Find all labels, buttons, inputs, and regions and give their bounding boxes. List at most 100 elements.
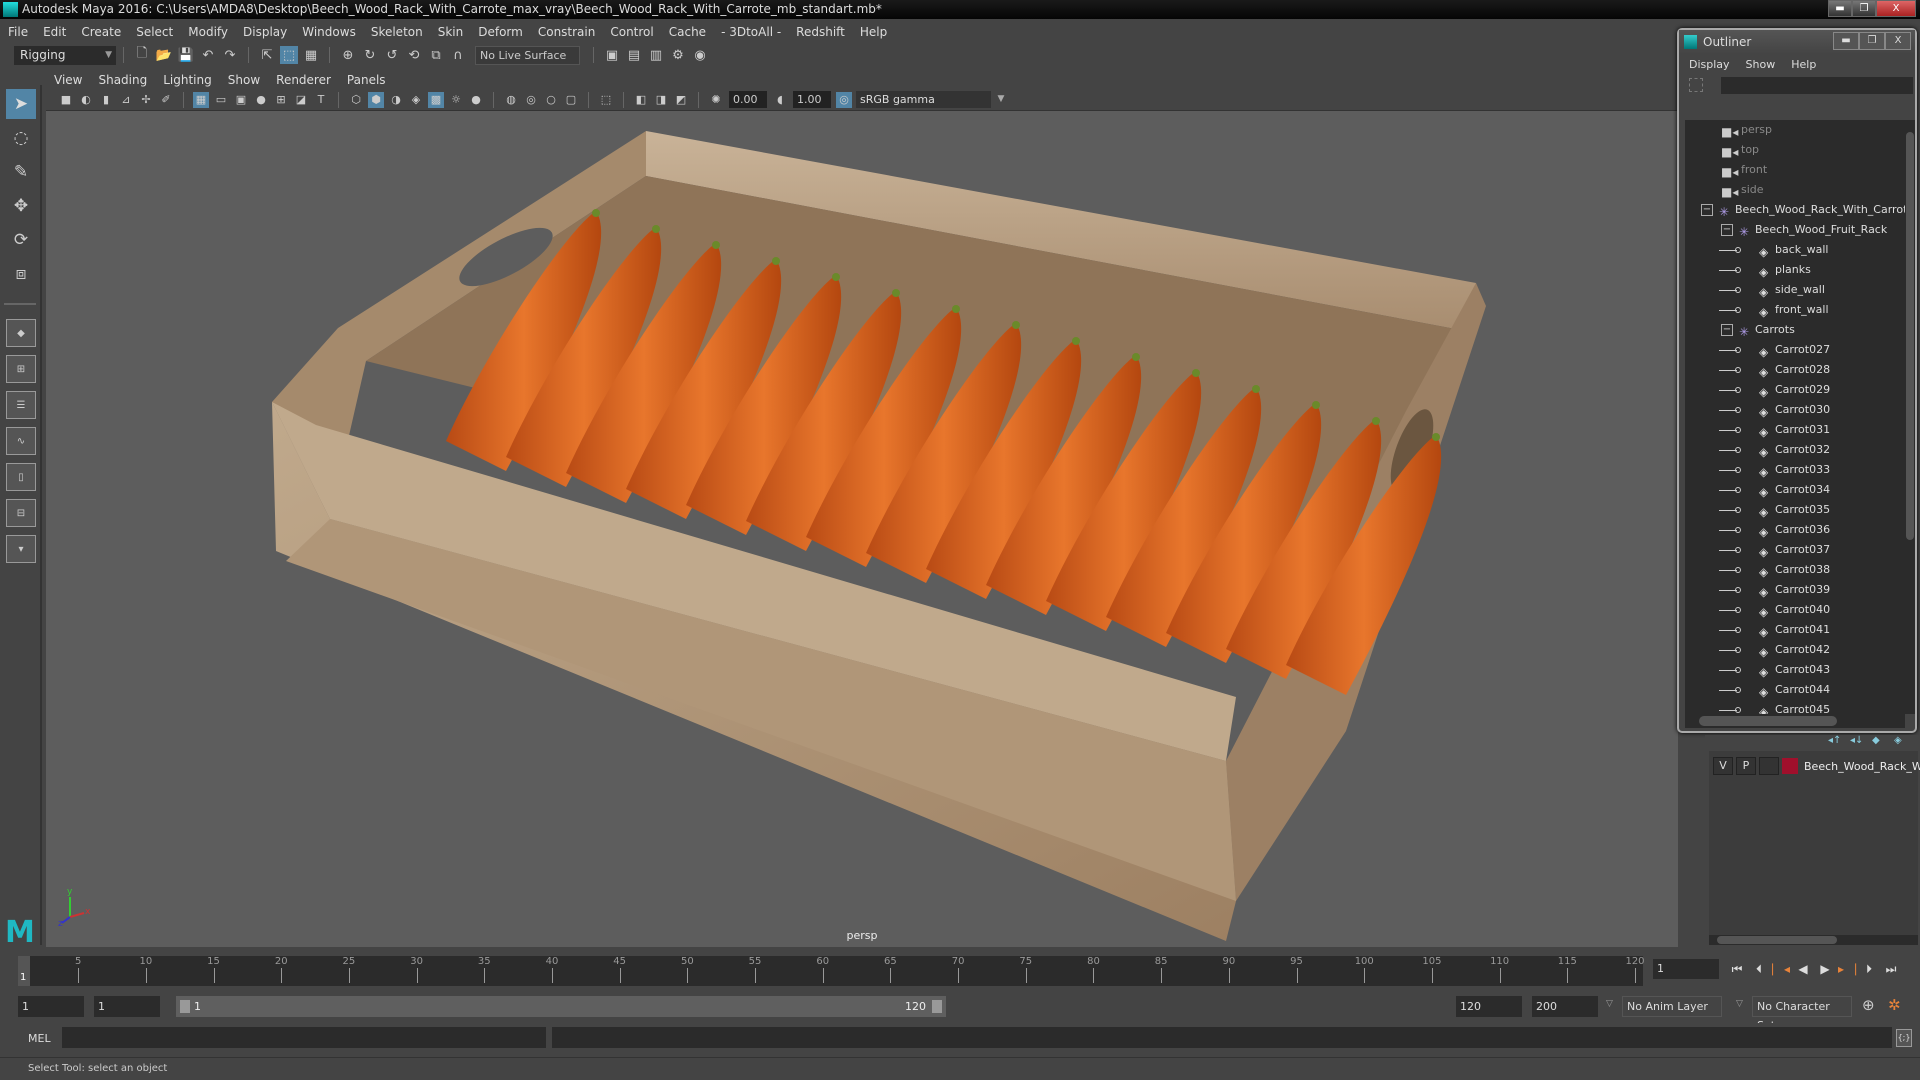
outliner-item[interactable]: ◈ Carrot033 (1685, 460, 1905, 480)
live-surface-field[interactable]: No Live Surface (475, 45, 580, 65)
layer-display-type-toggle[interactable] (1759, 757, 1779, 775)
outliner-title-bar[interactable]: Outliner ▬ ❐ X (1679, 30, 1915, 54)
panel-menu-renderer[interactable]: Renderer (276, 73, 331, 87)
outliner-item[interactable]: − ✳ Beech_Wood_Rack_With_Carrote (1685, 200, 1905, 220)
bookmark-icon[interactable]: ▮ (98, 92, 114, 108)
select-tool-icon[interactable]: ➤ (6, 89, 36, 119)
isolate-select-icon[interactable]: ⬚ (598, 92, 614, 108)
new-layer-selected-icon[interactable]: ◈ (1894, 735, 1916, 746)
four-pane-layout-icon[interactable]: ⊞ (6, 355, 36, 383)
camera-attributes-icon[interactable]: ◐ (78, 92, 94, 108)
character-set-dropdown[interactable]: No Character Set (1752, 996, 1852, 1032)
animation-preferences-icon[interactable]: ✲ (1888, 996, 1901, 1014)
render-view-icon[interactable]: ▣ (603, 46, 621, 64)
outliner-item[interactable]: ◈ front_wall (1685, 300, 1905, 320)
outliner-item[interactable]: ◈ Carrot032 (1685, 440, 1905, 460)
use-all-lights-icon[interactable]: ☼ (448, 92, 464, 108)
auto-key-icon[interactable]: ⊕ (1862, 996, 1875, 1014)
menu-display[interactable]: Display (243, 25, 287, 39)
range-end-handle[interactable] (932, 1000, 942, 1013)
view-transform-dropdown[interactable]: sRGB gamma (856, 91, 1009, 108)
hypershade-persp-layout-icon[interactable]: ▯ (6, 463, 36, 491)
snap-curve-icon[interactable]: ↻ (361, 46, 379, 64)
outliner-item[interactable]: ■◂ top (1685, 140, 1905, 160)
scrollbar-thumb[interactable] (1906, 132, 1914, 540)
persp-graph-layout-icon[interactable]: ∿ (6, 427, 36, 455)
menu-set-dropdown[interactable]: Rigging (14, 45, 116, 65)
rotate-tool-icon[interactable]: ⟳ (6, 225, 36, 255)
animation-end-field[interactable]: 200 (1532, 996, 1598, 1017)
textured-icon[interactable]: ▩ (428, 91, 444, 108)
outliner-item[interactable]: ◈ Carrot042 (1685, 640, 1905, 660)
filter-select-icon[interactable] (1689, 78, 1703, 92)
custom-layout-icon[interactable]: ⊟ (6, 499, 36, 527)
layer-visibility-toggle[interactable]: V (1713, 757, 1733, 775)
redo-icon[interactable]: ↷ (221, 46, 239, 64)
outliner-item[interactable]: ◈ Carrot044 (1685, 680, 1905, 700)
open-scene-icon[interactable]: 📂 (155, 46, 173, 64)
scrollbar-thumb[interactable] (1699, 716, 1837, 726)
go-to-end-icon[interactable]: ⏭ (1880, 959, 1902, 979)
wireframe-on-shaded-icon[interactable]: ◈ (408, 92, 424, 108)
range-slider[interactable]: 1 120 (176, 996, 946, 1017)
safe-action-icon[interactable]: ◪ (293, 92, 309, 108)
menu-edit[interactable]: Edit (43, 25, 66, 39)
outliner-item[interactable]: ◈ Carrot028 (1685, 360, 1905, 380)
menu-constrain[interactable]: Constrain (538, 25, 596, 39)
color-management-toggle-icon[interactable]: ◎ (836, 91, 852, 108)
snap-magnet-icon[interactable]: ∩ (449, 46, 467, 64)
new-scene-icon[interactable]: 🗋 (133, 46, 151, 64)
maximize-button[interactable]: ❐ (1852, 0, 1876, 17)
menu-file[interactable]: File (8, 25, 28, 39)
step-forward-frame-icon[interactable]: ⏵ (1858, 959, 1880, 979)
viewport-persp[interactable]: y x z persp (46, 111, 1678, 947)
film-gate-icon[interactable]: ▭ (213, 92, 229, 108)
save-scene-icon[interactable]: 💾 (177, 46, 195, 64)
menu-skeleton[interactable]: Skeleton (371, 25, 423, 39)
outliner-menu-show[interactable]: Show (1746, 58, 1776, 71)
outliner-item[interactable]: ◈ Carrot030 (1685, 400, 1905, 420)
outliner-menu-help[interactable]: Help (1791, 58, 1816, 71)
step-forward-key-icon[interactable]: ▸⎹ (1836, 959, 1858, 979)
outliner-item[interactable]: ◈ Carrot037 (1685, 540, 1905, 560)
render-settings-icon[interactable]: ⚙ (669, 46, 687, 64)
undo-icon[interactable]: ↶ (199, 46, 217, 64)
outliner-item[interactable]: ◈ Carrot038 (1685, 560, 1905, 580)
play-forwards-icon[interactable]: ▶ (1814, 959, 1836, 979)
panel-menu-lighting[interactable]: Lighting (163, 73, 212, 87)
gate-mask-icon[interactable]: ● (253, 92, 269, 108)
outliner-item[interactable]: − ✳ Beech_Wood_Fruit_Rack (1685, 220, 1905, 240)
new-empty-layer-icon[interactable]: ◆ (1872, 735, 1894, 746)
ipr-render-icon[interactable]: ▥ (647, 46, 665, 64)
scale-tool-icon[interactable]: ⧈ (6, 259, 36, 289)
shadows-icon[interactable]: ● (468, 92, 484, 108)
playback-start-field[interactable]: 1 (94, 996, 160, 1017)
outliner-item[interactable]: ◈ Carrot034 (1685, 480, 1905, 500)
go-to-start-icon[interactable]: ⏮ (1726, 959, 1748, 979)
outliner-item[interactable]: ◈ Carrot027 (1685, 340, 1905, 360)
layer-row[interactable]: V P Beech_Wood_Rack_W (1713, 757, 1920, 775)
menu-windows[interactable]: Windows (302, 25, 356, 39)
xray-icon[interactable]: ◧ (633, 92, 649, 108)
range-start-handle[interactable] (180, 1000, 190, 1013)
anim-layer-chevron-icon[interactable]: ▽ (1606, 999, 1613, 1009)
select-by-component-icon[interactable]: ▦ (302, 46, 320, 64)
outliner-item[interactable]: ■◂ side (1685, 180, 1905, 200)
menu-cache[interactable]: Cache (669, 25, 706, 39)
snap-view-plane-icon[interactable]: ⟲ (405, 46, 423, 64)
snap-grid-icon[interactable]: ⊕ (339, 46, 357, 64)
menu-create[interactable]: Create (81, 25, 121, 39)
outliner-minimize-button[interactable]: ▬ (1833, 32, 1859, 50)
move-tool-icon[interactable]: ✥ (6, 191, 36, 221)
render-current-frame-icon[interactable]: ▤ (625, 46, 643, 64)
menu-redshift[interactable]: Redshift (796, 25, 845, 39)
grid-icon[interactable]: ▦ (193, 91, 209, 108)
grease-pencil-icon[interactable]: ✐ (158, 92, 174, 108)
step-back-key-icon[interactable]: ⎸◂ (1770, 959, 1792, 979)
outliner-item[interactable]: ◈ Carrot045 (1685, 700, 1905, 714)
single-pane-layout-icon[interactable]: ◆ (6, 319, 36, 347)
command-input[interactable] (62, 1027, 546, 1048)
snap-point-icon[interactable]: ↺ (383, 46, 401, 64)
menu-control[interactable]: Control (610, 25, 653, 39)
outliner-menu-display[interactable]: Display (1689, 58, 1730, 71)
